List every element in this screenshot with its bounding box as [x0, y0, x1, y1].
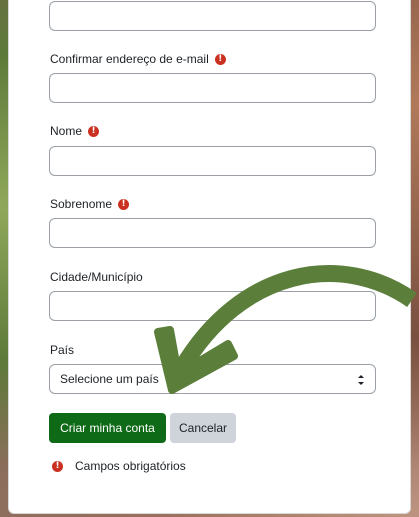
- first-name-label-text: Nome: [50, 124, 83, 138]
- city-label-text: Cidade/Município: [50, 270, 143, 284]
- country-select[interactable]: Selecione um país: [49, 364, 376, 394]
- city-field[interactable]: [49, 291, 376, 321]
- country-label: País: [50, 343, 74, 357]
- required-icon: !: [214, 53, 226, 65]
- city-label: Cidade/Município: [50, 270, 143, 284]
- first-name-field[interactable]: [49, 146, 376, 176]
- email-field[interactable]: [49, 1, 376, 31]
- required-icon: !: [118, 198, 130, 210]
- required-fields-note-text: Campos obrigatórios: [75, 459, 186, 473]
- first-name-label: Nome !: [50, 124, 100, 138]
- required-icon: !: [52, 460, 63, 472]
- required-icon: !: [88, 125, 100, 137]
- last-name-label: Sobrenome !: [50, 197, 130, 211]
- confirm-email-field[interactable]: [49, 73, 376, 103]
- confirm-email-label-text: Confirmar endereço de e-mail: [50, 52, 209, 66]
- cancel-button[interactable]: Cancelar: [170, 413, 236, 443]
- select-chevron-icon: [358, 375, 364, 385]
- last-name-field[interactable]: [49, 218, 376, 248]
- country-label-text: País: [50, 343, 75, 357]
- required-fields-note: ! Campos obrigatórios: [52, 459, 186, 473]
- last-name-label-text: Sobrenome: [50, 197, 113, 211]
- confirm-email-label: Confirmar endereço de e-mail !: [50, 52, 226, 66]
- country-select-value: Selecione um país: [60, 372, 159, 386]
- create-account-button[interactable]: Criar minha conta: [49, 413, 166, 443]
